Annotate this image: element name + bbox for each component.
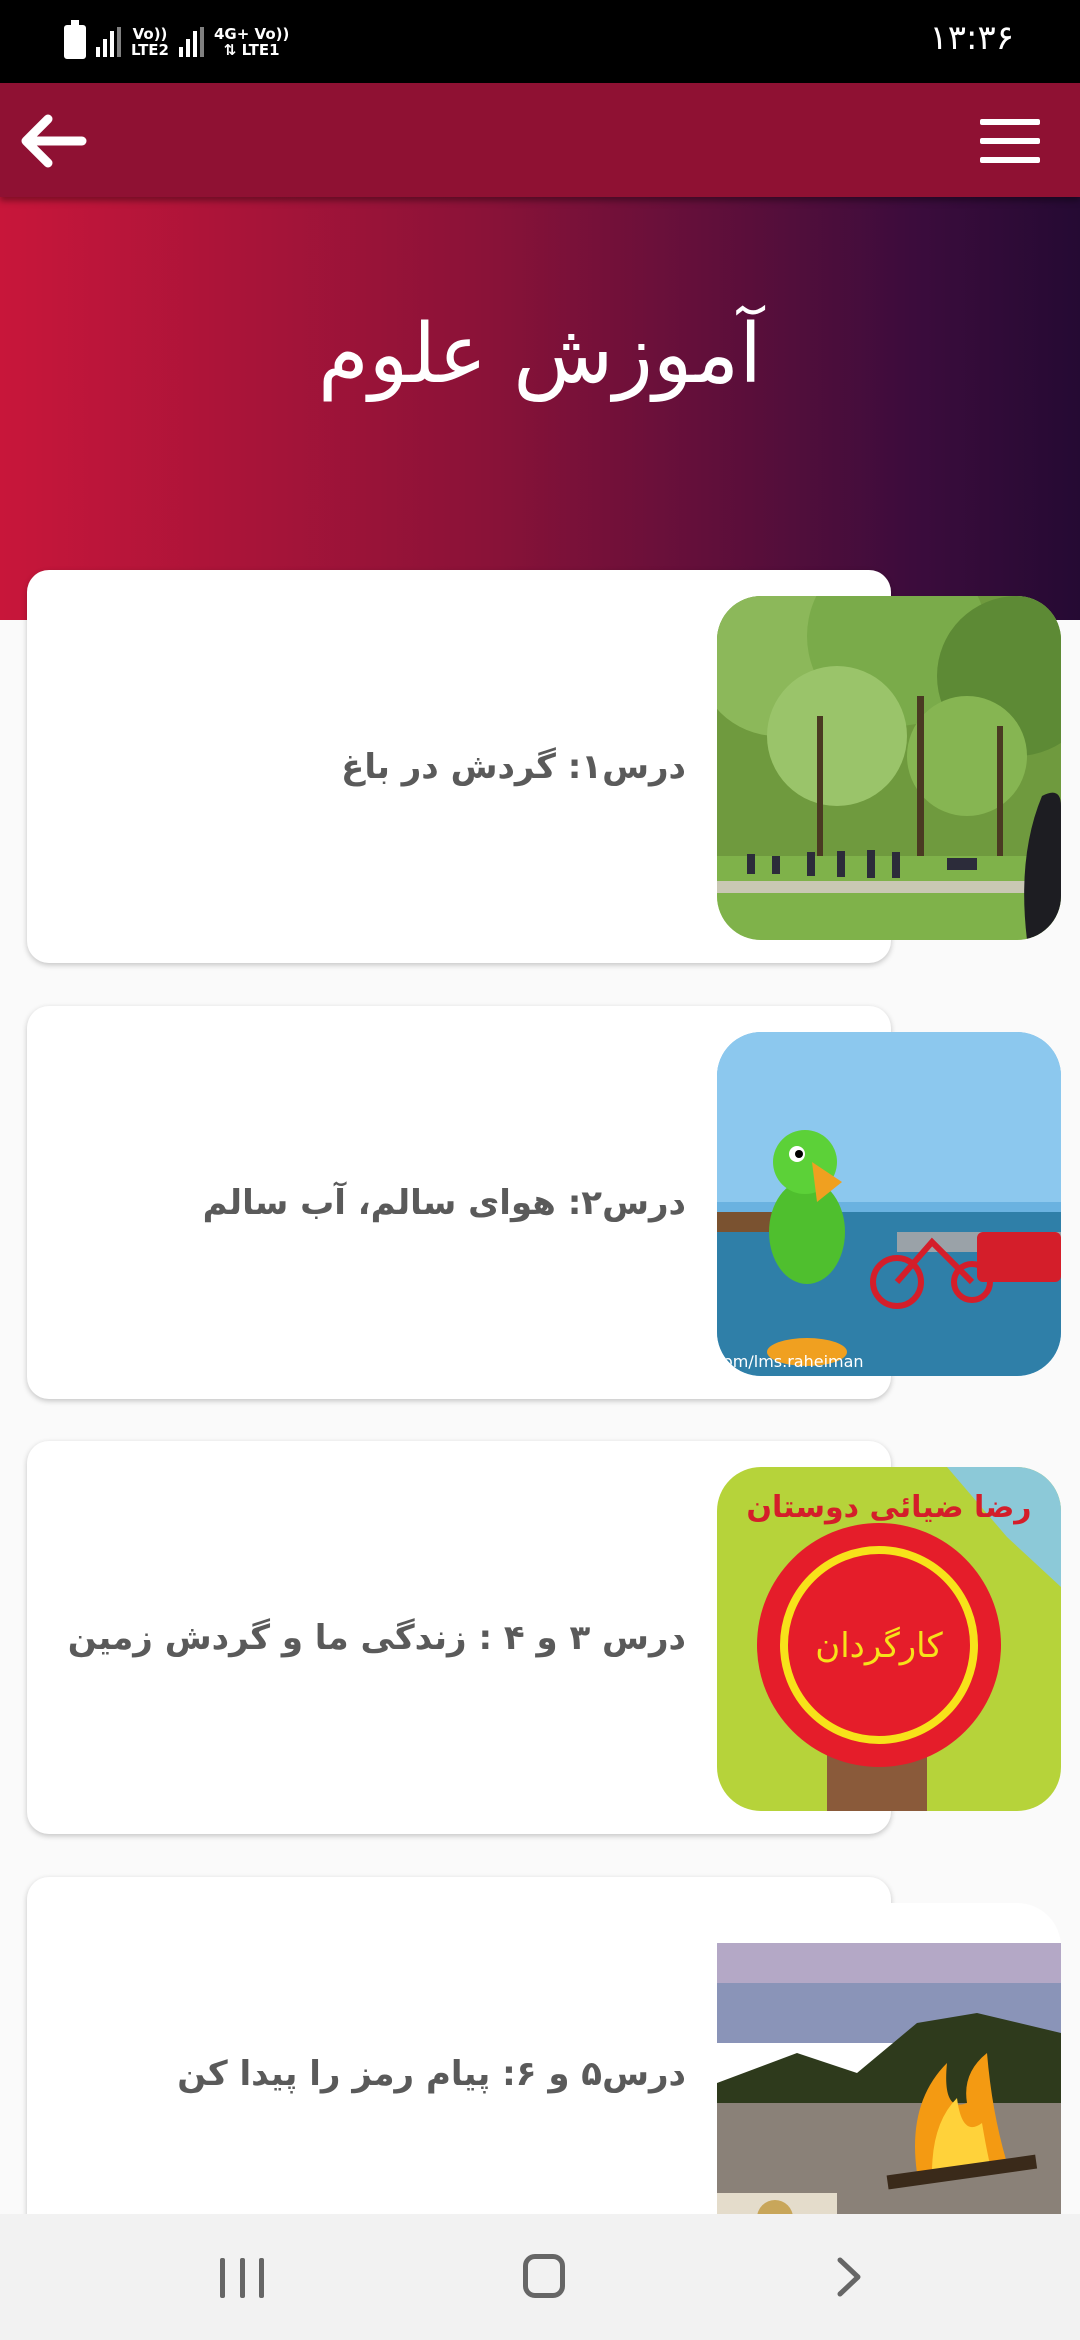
chevron-right-icon[interactable] [826, 2254, 870, 2300]
lesson-title: درس ۳ و ۴ : زندگی ما و گردش زمین [67, 1617, 686, 1658]
lesson-thumbnail-campfire[interactable] [717, 1903, 1061, 2214]
lesson-title: درس۵ و ۶: پیام رمز را پیدا کن [177, 2053, 686, 2094]
recent-apps-icon[interactable] [220, 2258, 264, 2298]
thumbnail-watermark: om/lms.raheiman [723, 1352, 864, 1371]
lesson-thumbnail-parrot[interactable]: om/lms.raheiman [717, 1032, 1061, 1376]
lesson-title: درس۱: گردش در باغ [341, 746, 686, 787]
thumbnail-arc-text: رضا ضیائی دوستان [746, 1490, 1031, 1525]
lesson-thumbnail-director[interactable]: رضا ضیائی دوستان کارگردان [717, 1467, 1061, 1811]
back-button[interactable] [18, 113, 88, 169]
lesson-title: درس۲: هوای سالم، آب سالم [202, 1182, 686, 1223]
home-icon[interactable] [523, 2254, 565, 2298]
lesson-thumbnail-park[interactable] [717, 596, 1061, 940]
arrow-left-icon [21, 114, 87, 168]
app-bar [0, 83, 1080, 197]
thumbnail-text: کارگردان [815, 1626, 943, 1666]
lesson-list: درس۱: گردش در باغ درس۲: هوای سالم، آب سا… [0, 0, 1080, 2214]
menu-button[interactable] [980, 119, 1040, 163]
hamburger-menu-icon [980, 119, 1040, 125]
system-nav-bar [0, 2214, 1080, 2340]
